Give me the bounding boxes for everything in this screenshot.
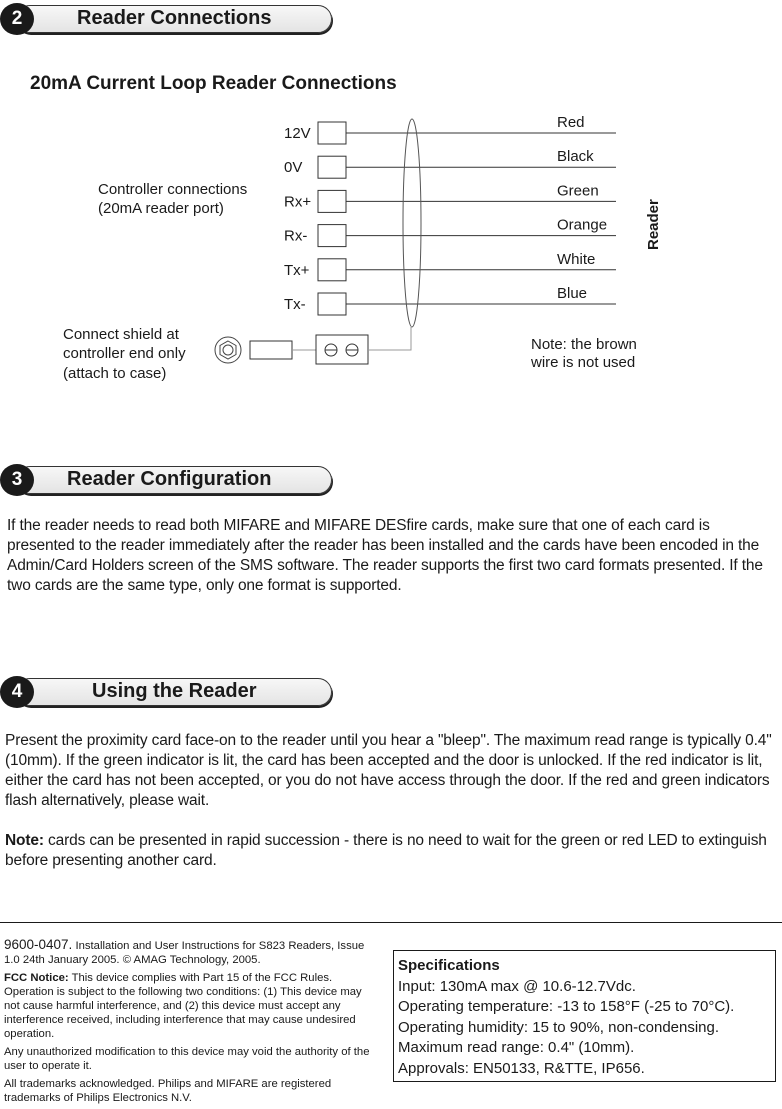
- section-number-badge: 2: [0, 3, 34, 35]
- section-number-badge: 4: [0, 676, 34, 708]
- terminal-label: 12V: [284, 125, 311, 142]
- footer-divider: [0, 922, 782, 923]
- shield-connection: [214, 326, 412, 365]
- terminal-block: 12V Red 0V Black Rx+ Green Rx- Orange Tx+ White Tx…: [284, 114, 616, 316]
- specifications-title: Specifications: [398, 957, 500, 974]
- wire-color-label: Red: [557, 114, 585, 131]
- section-title: Reader Connections: [77, 7, 272, 29]
- brown-wire-note-line1: Note: the brown: [531, 336, 637, 353]
- document-number: 9600-0407.: [4, 937, 73, 952]
- section-header-using-the-reader: 4 Using the Reader: [0, 676, 334, 708]
- terminal-label: Tx+: [284, 262, 310, 279]
- hex-nut-icon: [219, 340, 237, 360]
- controller-label-line2: (20mA reader port): [98, 200, 224, 217]
- crimp-sleeve: [249, 340, 293, 360]
- terminal-label: 0V: [284, 159, 302, 176]
- usage-paragraph: Present the proximity card face-on to th…: [5, 731, 775, 871]
- wire-color-label: Orange: [557, 217, 607, 234]
- drain-wire: [368, 326, 412, 351]
- spec-item: Input: 130mA max @ 10.6-12.7Vdc.: [398, 977, 636, 995]
- shield-note-line1: Connect shield at: [63, 326, 180, 343]
- document-info: 9600-0407. Installation and User Instruc…: [4, 938, 374, 967]
- terminal-box: [317, 189, 347, 213]
- section-title: Reader Configuration: [67, 468, 272, 490]
- spec-item: Approvals: EN50133, R&TTE, IP656.: [398, 1059, 645, 1077]
- footer-notices: 9600-0407. Installation and User Instruc…: [4, 938, 374, 1109]
- usage-note-text: cards can be presented in rapid successi…: [5, 832, 767, 869]
- section-header-reader-connections: 2 Reader Connections: [0, 3, 334, 35]
- specifications-box: Specifications Input: 130mA max @ 10.6-1…: [393, 950, 776, 1082]
- terminal-box: [317, 121, 347, 145]
- wire-color-label: Green: [557, 182, 599, 199]
- fcc-notice-label: FCC Notice:: [4, 972, 69, 984]
- modification-notice: Any unauthorized modification to this de…: [4, 1046, 370, 1072]
- cable-bundle-ellipse: [402, 118, 422, 328]
- spec-item: Maximum read range: 0.4" (10mm).: [398, 1039, 635, 1056]
- fcc-notice: FCC Notice: This device complies with Pa…: [4, 971, 374, 1041]
- reader-label: Reader: [645, 199, 662, 250]
- spec-item: Operating humidity: 15 to 90%, non-conde…: [398, 1018, 720, 1036]
- wire-color-label: Black: [557, 148, 594, 165]
- wire-color-label: Blue: [557, 285, 587, 302]
- wire-color-label: White: [557, 251, 595, 268]
- spec-item: Operating temperature: -13 to 158°F (-25…: [398, 998, 735, 1015]
- diagram-title: 20mA Current Loop Reader Connections: [30, 73, 397, 94]
- configuration-paragraph: If the reader needs to read both MIFARE …: [7, 516, 777, 596]
- section-title: Using the Reader: [92, 680, 257, 702]
- terminal-label: Rx-: [284, 228, 307, 245]
- configuration-text: If the reader needs to read both MIFARE …: [7, 517, 763, 594]
- shield-note-line3: (attach to case): [63, 365, 166, 382]
- brown-wire-note-line2: wire is not used: [530, 354, 635, 371]
- terminal-box: [317, 258, 347, 282]
- terminal-box: [317, 155, 347, 179]
- controller-label-line1: Controller connections: [98, 181, 247, 198]
- terminal-box: [317, 224, 347, 248]
- terminal-label: Tx-: [284, 296, 306, 313]
- section-header-reader-configuration: 3 Reader Configuration: [0, 464, 334, 496]
- terminal-label: Rx+: [284, 193, 311, 210]
- terminal-connector: [315, 334, 369, 365]
- nut-hole-icon: [222, 344, 234, 356]
- wiring-diagram: Controller connections (20mA reader port…: [63, 114, 662, 382]
- shield-note-line2: controller end only: [63, 345, 186, 362]
- trademark-notice: All trademarks acknowledged. Philips and…: [4, 1078, 332, 1104]
- usage-note-label: Note:: [5, 832, 44, 849]
- usage-text: Present the proximity card face-on to th…: [5, 732, 772, 809]
- usage-note: Note: cards can be presented in rapid su…: [5, 831, 775, 871]
- terminal-box: [317, 292, 347, 316]
- section-number-badge: 3: [0, 464, 34, 496]
